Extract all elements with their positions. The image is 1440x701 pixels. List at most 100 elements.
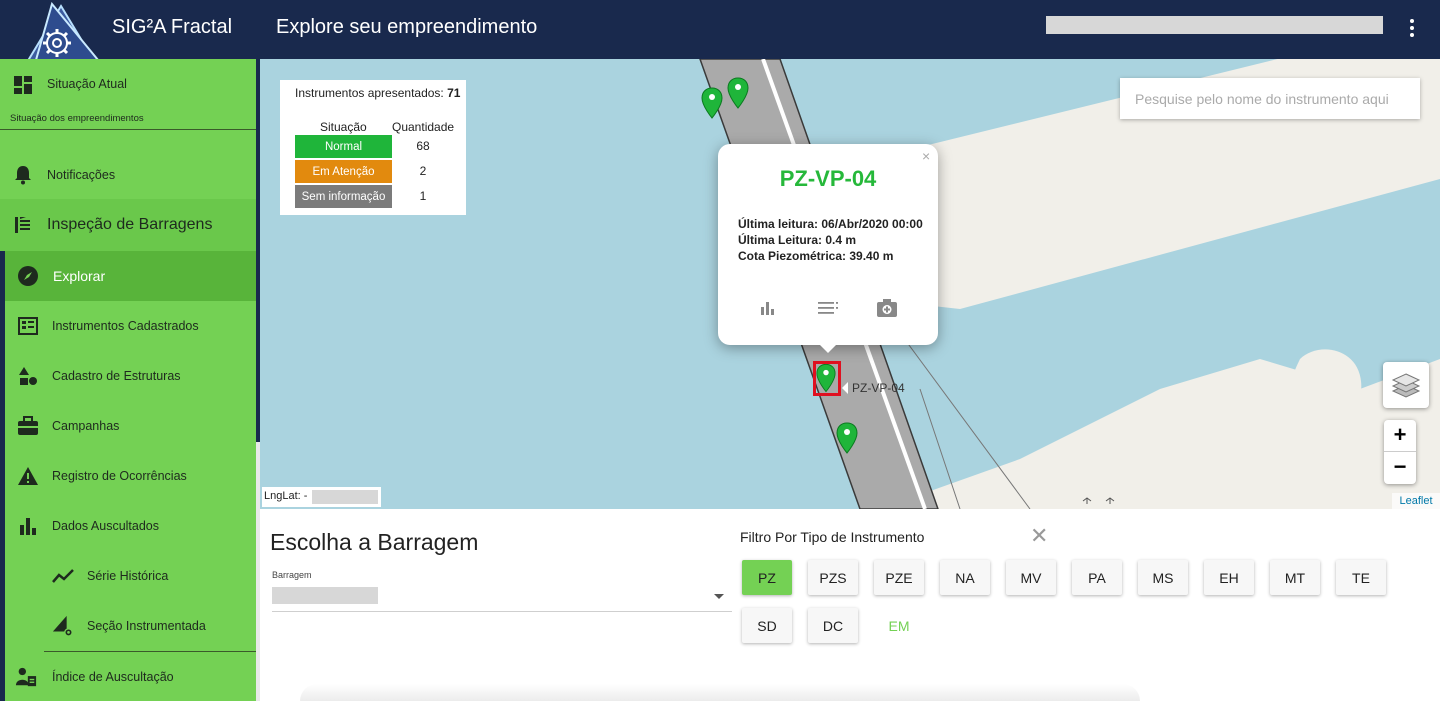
sidebar-item-ocorrencias[interactable]: Registro de Ocorrências [0,451,256,501]
instrument-marker[interactable] [701,87,723,119]
sidebar-divider [0,129,256,130]
barragem-field-label: Barragem [272,570,312,580]
sidebar-item-label: Campanhas [52,419,120,433]
sidebar-item-explorar[interactable]: Explorar [5,251,256,301]
instrument-search-input[interactable] [1120,78,1420,119]
marker-label-pointer [842,382,848,394]
bottom-card-edge [300,684,1140,701]
sidebar-item-label: Situação Atual [47,77,127,91]
filter-chip-pa[interactable]: PA [1072,560,1122,595]
kebab-menu-icon[interactable] [1400,14,1424,42]
marker-label: PZ-VP-04 [852,381,905,395]
chevron-down-icon[interactable] [714,594,724,599]
status-count: 68 [416,139,430,153]
sidebar-item-label: Registro de Ocorrências [52,469,187,483]
bar-chart-icon [17,515,39,537]
sidebar-item-serie-historica[interactable]: Série Histórica [0,551,256,601]
lnglat-label: LngLat: - [264,490,308,502]
instrument-marker[interactable] [727,77,749,109]
shapes-icon [17,365,39,387]
status-badge: Normal [295,135,392,158]
popup-tip [818,343,838,353]
filter-chip-pz[interactable]: PZ [742,560,792,595]
instruments-icon [17,315,39,337]
warning-icon [17,465,39,487]
sidebar-item-label: Índice de Auscultação [52,670,174,684]
barragem-title: Escolha a Barragem [270,529,479,555]
legend-title: Instrumentos apresentados: 71 [295,86,461,100]
sidebar-item-inspecao[interactable]: Inspeção de Barragens [0,199,256,251]
filter-chip-sd[interactable]: SD [742,608,792,643]
layers-icon[interactable] [1383,362,1429,408]
lnglat-readout: LngLat: - [262,487,381,507]
popup-last-reading-date: Última leitura: 06/Abr/2020 00:00 [738,217,923,231]
legend-total: 71 [447,86,461,100]
sidebar-item-dados-auscultados[interactable]: Dados Auscultados [0,501,256,551]
map-view[interactable]: PZ-VP-04 Instrumentos apresentados: 71 S… [260,59,1440,509]
sidebar-item-secao-instrumentada[interactable]: Seção Instrumentada [0,601,256,651]
zoom-out-button[interactable]: − [1384,452,1416,484]
sidebar-item-subtitle: Situação dos empreendimentos [10,113,144,124]
filter-close-icon[interactable]: ✕ [1030,525,1048,547]
barragem-select-value-redacted[interactable] [272,587,378,604]
filter-chip-em[interactable]: EM [874,608,924,643]
filter-chip-pzs[interactable]: PZS [808,560,858,595]
filter-chip-na[interactable]: NA [940,560,990,595]
sidebar-item-label: Série Histórica [87,569,169,583]
sidebar-item-cadastro-estruturas[interactable]: Cadastro de Estruturas [0,351,256,401]
sidebar-item-label: Inspeção de Barragens [47,216,213,233]
map-attribution-link[interactable]: Leaflet [1392,493,1440,509]
compass-icon [17,265,39,287]
sidebar-item-label: Instrumentos Cadastrados [52,319,199,333]
popup-details: Última leitura: 06/Abr/2020 00:00 Última… [738,216,928,264]
user-name-redacted [1046,16,1383,34]
barragem-field-underline [272,611,732,612]
sidebar-item-notificacoes[interactable]: Notificações [0,151,256,199]
legend-col-situacao: Situação [320,120,367,134]
filter-title: Filtro Por Tipo de Instrumento [740,529,925,545]
filter-chip-ms[interactable]: MS [1138,560,1188,595]
sidebar: Situação Atual Situação dos empreendimen… [0,59,256,701]
filter-chip-te[interactable]: TE [1336,560,1386,595]
status-badge: Sem informação [295,185,392,208]
instrument-popup: × PZ-VP-04 Última leitura: 06/Abr/2020 0… [718,144,938,353]
legend-col-quantidade: Quantidade [392,120,455,134]
sidebar-item-label: Notificações [47,168,116,182]
popup-title: PZ-VP-04 [779,166,877,191]
status-count: 1 [419,189,427,203]
add-photo-icon[interactable] [875,296,899,320]
sidebar-item-instrumentos[interactable]: Instrumentos Cadastrados [0,301,256,351]
zoom-control: + − [1384,420,1416,484]
dashboard-icon [12,74,34,96]
zoom-in-button[interactable]: + [1384,420,1416,452]
inspection-icon [12,214,34,236]
sidebar-item-label: Cadastro de Estruturas [52,369,181,383]
user-index-icon [15,666,37,688]
sidebar-item-label: Explorar [53,268,106,284]
status-badge: Em Atenção [295,160,392,183]
sidebar-item-label: Seção Instrumentada [87,619,206,633]
briefcase-icon [17,415,39,437]
legend-row-normal: Normal 68 [295,135,455,158]
list-icon[interactable] [816,296,840,320]
popup-close-button[interactable]: × [922,148,930,164]
filter-chip-eh[interactable]: EH [1204,560,1254,595]
filter-chip-mt[interactable]: MT [1270,560,1320,595]
page-title: Explore seu empreendimento [276,16,538,38]
filter-chip-pze[interactable]: PZE [874,560,924,595]
popup-piezometric-elevation: Cota Piezométrica: 39.40 m [738,249,894,263]
sidebar-item-indice-auscultacao[interactable]: Índice de Auscultação [0,652,256,701]
section-gear-icon [52,615,74,637]
popup-actions [718,296,938,320]
line-chart-icon [52,565,74,587]
filter-chip-dc[interactable]: DC [808,608,858,643]
instrument-marker[interactable] [836,422,858,454]
chart-icon[interactable] [756,296,780,320]
app-title: SIG²A Fractal [112,16,233,38]
sidebar-item-campanhas[interactable]: Campanhas [0,401,256,451]
sidebar-item-situacao-atual[interactable]: Situação Atual Situação dos empreendimen… [0,59,256,129]
filter-chip-mv[interactable]: MV [1006,560,1056,595]
bottom-panel: Escolha a Barragem Barragem Filtro Por T… [260,509,1440,701]
legend-row-sem-informacao: Sem informação 1 [295,185,455,208]
bell-icon [12,164,34,186]
